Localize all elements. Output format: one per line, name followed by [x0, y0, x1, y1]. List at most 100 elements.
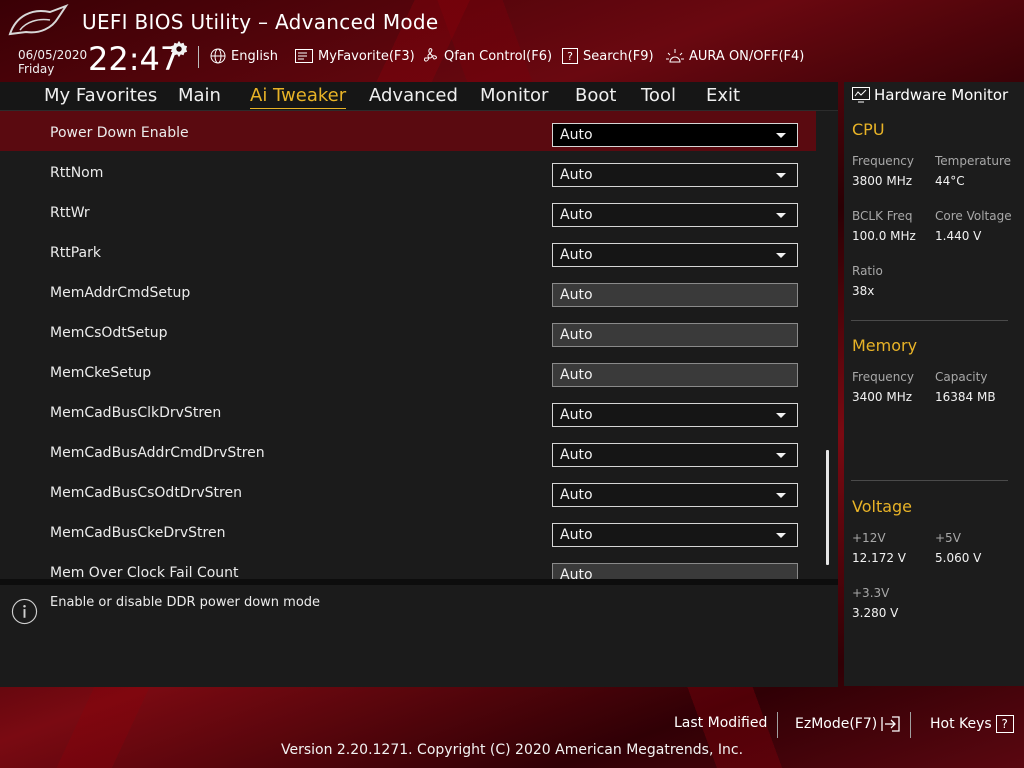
setting-dropdown[interactable]: Auto: [552, 443, 798, 467]
hot-keys-button[interactable]: Hot Keys ?: [930, 715, 1014, 733]
toolbar-separator: [198, 46, 199, 68]
last-modified-button[interactable]: Last Modified: [674, 715, 767, 731]
setting-value-field: Auto: [552, 363, 798, 387]
setting-dropdown[interactable]: Auto: [552, 483, 798, 507]
setting-value-field: Auto: [552, 323, 798, 347]
exit-arrow-icon: [881, 716, 900, 732]
aura-light-icon: [666, 49, 684, 63]
setting-label: MemCsOdtSetup: [50, 325, 168, 341]
tab-main[interactable]: Main: [178, 85, 221, 106]
rog-logo-icon: [8, 4, 69, 36]
setting-row-memcadbuscekdrvstren[interactable]: MemCadBusCkeDrvStren Auto: [0, 511, 816, 551]
setting-label: Mem Over Clock Fail Count: [50, 565, 239, 579]
help-panel: Enable or disable DDR power down mode: [0, 585, 838, 687]
dropdown-value: Auto: [560, 167, 593, 183]
cpu-temperature-value: 44°C: [935, 174, 965, 188]
ratio-value: 38x: [852, 284, 875, 298]
tab-advanced[interactable]: Advanced: [369, 85, 458, 106]
setting-row-memcadbusclkdrvstren[interactable]: MemCadBusClkDrvStren Auto: [0, 391, 816, 431]
bclk-label: BCLK Freq: [852, 209, 913, 223]
help-text: Enable or disable DDR power down mode: [50, 595, 321, 610]
chevron-down-icon: [776, 533, 786, 538]
tab-monitor[interactable]: Monitor: [480, 85, 548, 106]
setting-row-power-down-enable[interactable]: Power Down Enable Auto: [0, 111, 816, 151]
v12-label: +12V: [852, 531, 886, 545]
search-button[interactable]: ? Search(F9): [562, 46, 654, 66]
tab-boot[interactable]: Boot: [575, 85, 616, 106]
memory-heading: Memory: [852, 336, 918, 355]
chevron-down-icon: [776, 413, 786, 418]
language-button[interactable]: English: [210, 46, 278, 66]
setting-row-mem-over-clock-fail-count[interactable]: Mem Over Clock Fail Count Auto: [0, 551, 816, 579]
setting-label: MemCadBusCkeDrvStren: [50, 525, 226, 541]
last-modified-label: Last Modified: [674, 715, 768, 731]
info-icon: [11, 598, 38, 625]
dropdown-value: Auto: [560, 487, 593, 503]
field-value: Auto: [560, 367, 593, 383]
cpu-frequency-label: Frequency: [852, 154, 914, 168]
tab-tool[interactable]: Tool: [641, 85, 676, 106]
setting-dropdown[interactable]: Auto: [552, 163, 798, 187]
setting-row-rttpark[interactable]: RttPark Auto: [0, 231, 816, 271]
tab-ai-tweaker[interactable]: Ai Tweaker: [250, 85, 347, 109]
setting-value-field: Auto: [552, 283, 798, 307]
setting-dropdown[interactable]: Auto: [552, 123, 798, 147]
date-text: 06/05/2020: [18, 48, 88, 62]
favorite-list-icon: [295, 49, 313, 63]
tab-exit[interactable]: Exit: [706, 85, 740, 106]
setting-label: Power Down Enable: [50, 125, 189, 141]
dropdown-value: Auto: [560, 447, 593, 463]
memory-frequency-value: 3400 MHz: [852, 390, 913, 404]
aura-button[interactable]: AURA ON/OFF(F4): [666, 46, 804, 66]
setting-row-rttwr[interactable]: RttWr Auto: [0, 191, 816, 231]
setting-dropdown[interactable]: Auto: [552, 243, 798, 267]
setting-row-memcadbusaddrcmddrvstren[interactable]: MemCadBusAddrCmdDrvStren Auto: [0, 431, 816, 471]
qfan-control-button[interactable]: Qfan Control(F6): [421, 46, 552, 66]
ratio-label: Ratio: [852, 264, 883, 278]
v12-value: 12.172 V: [852, 551, 907, 565]
settings-scrollbar[interactable]: [826, 450, 829, 565]
setting-row-rttnom[interactable]: RttNom Auto: [0, 151, 816, 191]
dropdown-value: Auto: [560, 127, 593, 143]
setting-row-memckesetup[interactable]: MemCkeSetup Auto: [0, 351, 816, 391]
setting-label: RttWr: [50, 205, 90, 221]
monitor-icon: [852, 87, 870, 103]
gear-icon[interactable]: [170, 40, 188, 58]
setting-dropdown[interactable]: Auto: [552, 203, 798, 227]
cpu-frequency-value: 3800 MHz: [852, 174, 913, 188]
setting-row-memcsodtsetup[interactable]: MemCsOdtSetup Auto: [0, 311, 816, 351]
field-value: Auto: [560, 287, 593, 303]
setting-label: MemCadBusClkDrvStren: [50, 405, 222, 421]
footer-separator: [777, 712, 778, 738]
chevron-down-icon: [776, 493, 786, 498]
setting-row-memaddrcmdsetup[interactable]: MemAddrCmdSetup Auto: [0, 271, 816, 311]
chevron-down-icon: [776, 253, 786, 258]
globe-icon: [210, 48, 226, 64]
setting-label: MemCadBusCsOdtDrvStren: [50, 485, 242, 501]
field-value: Auto: [560, 567, 593, 579]
dropdown-value: Auto: [560, 527, 593, 543]
hot-keys-label: Hot Keys: [930, 716, 992, 732]
svg-text:?: ?: [567, 50, 573, 63]
chevron-down-icon: [776, 453, 786, 458]
chevron-down-icon: [776, 213, 786, 218]
setting-dropdown[interactable]: Auto: [552, 403, 798, 427]
setting-value-field: Auto: [552, 563, 798, 579]
copyright-text: Version 2.20.1271. Copyright (C) 2020 Am…: [280, 742, 744, 758]
setting-label: MemCadBusAddrCmdDrvStren: [50, 445, 265, 461]
setting-dropdown[interactable]: Auto: [552, 523, 798, 547]
setting-row-memcadbuscsodtdrvstren[interactable]: MemCadBusCsOdtDrvStren Auto: [0, 471, 816, 511]
memory-capacity-label: Capacity: [935, 370, 988, 384]
v33-value: 3.280 V: [852, 606, 899, 620]
tab-my-favorites[interactable]: My Favorites: [44, 85, 157, 106]
v33-label: +3.3V: [852, 586, 890, 600]
help-key-icon: ?: [995, 715, 1014, 733]
cpu-temperature-label: Temperature: [935, 154, 1012, 168]
v5-value: 5.060 V: [935, 551, 982, 565]
hwm-divider: [851, 480, 1008, 481]
myfavorite-button[interactable]: MyFavorite(F3): [295, 46, 415, 66]
main-nav: My Favorites Main Ai Tweaker Advanced Mo…: [0, 82, 838, 110]
ezmode-button[interactable]: EzMode(F7): [795, 715, 901, 733]
header: UEFI BIOS Utility – Advanced Mode 06/05/…: [0, 0, 1024, 82]
hardware-monitor-panel: Hardware Monitor CPU Frequency Temperatu…: [844, 82, 1024, 686]
